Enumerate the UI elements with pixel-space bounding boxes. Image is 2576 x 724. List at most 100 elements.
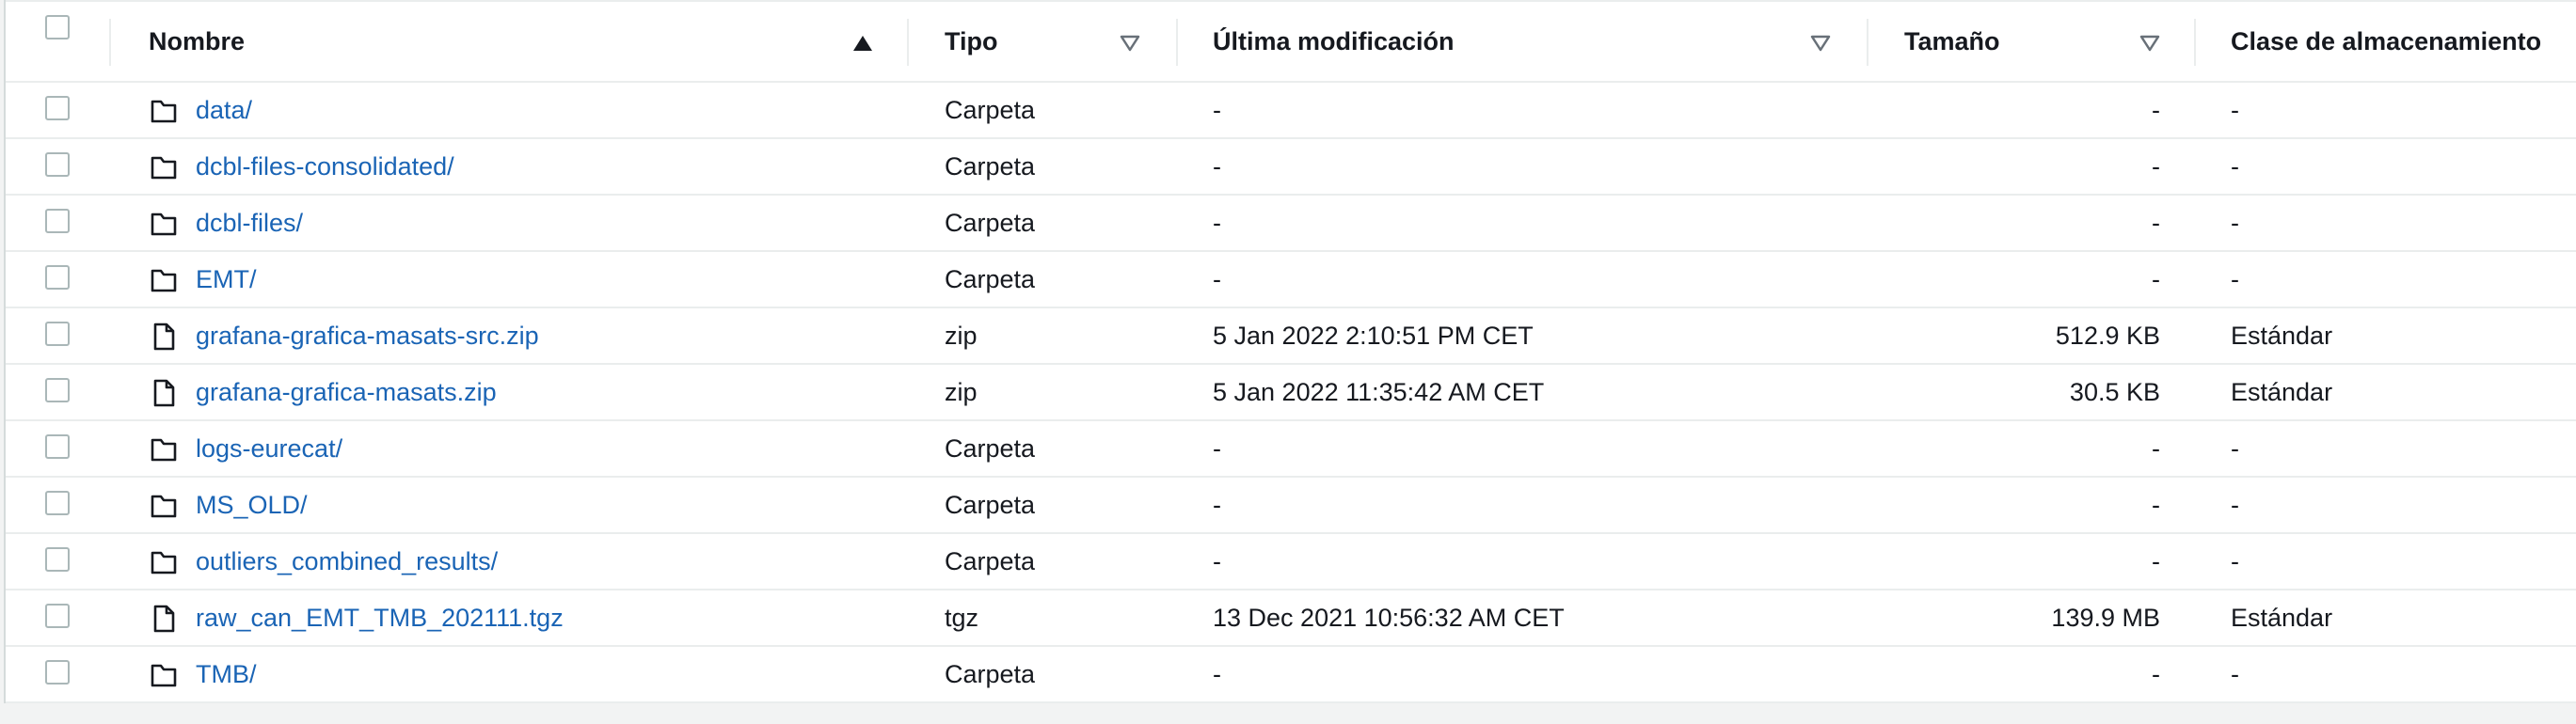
object-size: - <box>2152 659 2160 688</box>
file-icon <box>149 322 179 352</box>
row-select-checkbox[interactable] <box>45 152 70 177</box>
table-row[interactable]: dcbl-files/Carpeta - - - <box>6 196 2576 252</box>
object-last-modified: - <box>1213 151 1221 181</box>
object-type: Carpeta <box>945 95 1036 124</box>
object-type: zip <box>945 321 978 350</box>
object-last-modified: - <box>1213 264 1221 293</box>
row-select-checkbox[interactable] <box>45 491 70 515</box>
object-type: Carpeta <box>945 433 1036 463</box>
object-name-link[interactable]: raw_can_EMT_TMB_202111.tgz <box>196 590 564 645</box>
object-storage-class: - <box>2231 208 2239 237</box>
column-divider[interactable] <box>1176 19 1178 66</box>
object-type: Carpeta <box>945 659 1036 688</box>
table-row[interactable]: data/Carpeta - - - <box>6 83 2576 139</box>
object-storage-class: - <box>2231 151 2239 181</box>
object-size: 139.9 MB <box>2051 603 2160 632</box>
column-header-last-modified[interactable]: Última modificación <box>1213 2 1455 81</box>
table-row[interactable]: EMT/Carpeta - - - <box>6 252 2576 308</box>
column-header-size[interactable]: Tamaño <box>1904 2 2000 81</box>
object-storage-class: - <box>2231 433 2239 463</box>
column-divider[interactable] <box>907 19 909 66</box>
table-row[interactable]: MS_OLD/Carpeta - - - <box>6 478 2576 534</box>
object-storage-class: - <box>2231 95 2239 124</box>
object-type: Carpeta <box>945 546 1036 575</box>
object-size: 512.9 KB <box>2055 321 2160 350</box>
object-size: - <box>2152 208 2160 237</box>
sort-icon[interactable] <box>2138 31 2162 55</box>
row-select-checkbox[interactable] <box>45 660 70 685</box>
object-name-link[interactable]: data/ <box>196 83 252 137</box>
object-type: tgz <box>945 603 979 632</box>
folder-icon <box>149 660 179 690</box>
object-name-link[interactable]: EMT/ <box>196 252 257 307</box>
row-select-checkbox[interactable] <box>45 604 70 628</box>
object-last-modified: - <box>1213 208 1221 237</box>
object-last-modified: 5 Jan 2022 11:35:42 AM CET <box>1213 377 1545 406</box>
object-last-modified: 5 Jan 2022 2:10:51 PM CET <box>1213 321 1534 350</box>
column-header-name[interactable]: Nombre <box>149 2 245 81</box>
select-all-checkbox[interactable] <box>45 15 70 39</box>
folder-icon <box>149 209 179 239</box>
table-row[interactable]: logs-eurecat/Carpeta - - - <box>6 421 2576 478</box>
table-row[interactable]: grafana-grafica-masats.zip zip 5 Jan 2022 … <box>6 365 2576 421</box>
object-name-link[interactable]: grafana-grafica-masats.zip <box>196 365 497 419</box>
object-last-modified: 13 Dec 2021 10:56:32 AM CET <box>1213 603 1565 632</box>
row-select-checkbox[interactable] <box>45 434 70 459</box>
object-size: - <box>2152 546 2160 575</box>
object-name-link[interactable]: outliers_combined_results/ <box>196 534 498 589</box>
table-header: Nombre Tipo Última modificación Tamaño C… <box>6 0 2576 83</box>
column-header-type[interactable]: Tipo <box>945 2 998 81</box>
object-last-modified: - <box>1213 433 1221 463</box>
table-row[interactable]: raw_can_EMT_TMB_202111.tgz tgz 13 Dec 2021… <box>6 590 2576 647</box>
folder-icon <box>149 547 179 577</box>
object-storage-class: - <box>2231 659 2239 688</box>
table-row[interactable]: grafana-grafica-masats-src.zip zip 5 Jan 2… <box>6 308 2576 365</box>
sort-icon[interactable] <box>1808 31 1833 55</box>
row-select-checkbox[interactable] <box>45 209 70 233</box>
row-select-checkbox[interactable] <box>45 265 70 290</box>
row-select-checkbox[interactable] <box>45 378 70 402</box>
object-name-link[interactable]: dcbl-files-consolidated/ <box>196 139 454 194</box>
row-select-checkbox[interactable] <box>45 322 70 346</box>
table-row[interactable]: TMB/Carpeta - - - <box>6 647 2576 703</box>
object-storage-class: Estándar <box>2231 603 2333 632</box>
object-storage-class: - <box>2231 264 2239 293</box>
object-type: Carpeta <box>945 151 1036 181</box>
folder-icon <box>149 434 179 464</box>
object-last-modified: - <box>1213 95 1221 124</box>
object-type: Carpeta <box>945 490 1036 519</box>
object-name-link[interactable]: logs-eurecat/ <box>196 421 342 476</box>
object-name-link[interactable]: grafana-grafica-masats-src.zip <box>196 308 539 363</box>
object-type: Carpeta <box>945 208 1036 237</box>
row-select-checkbox[interactable] <box>45 547 70 572</box>
column-divider <box>109 19 111 66</box>
table-row[interactable]: outliers_combined_results/Carpeta - - - <box>6 534 2576 590</box>
column-divider[interactable] <box>1867 19 1868 66</box>
folder-icon <box>149 265 179 295</box>
folder-icon <box>149 152 179 182</box>
column-header-storage-class[interactable]: Clase de almacenamiento <box>2231 2 2541 81</box>
object-name-link[interactable]: TMB/ <box>196 647 257 701</box>
table-row[interactable]: dcbl-files-consolidated/Carpeta - - - <box>6 139 2576 196</box>
object-size: - <box>2152 264 2160 293</box>
object-size: - <box>2152 151 2160 181</box>
object-last-modified: - <box>1213 490 1221 519</box>
folder-icon <box>149 491 179 521</box>
object-size: - <box>2152 433 2160 463</box>
object-size: - <box>2152 490 2160 519</box>
column-divider[interactable] <box>2194 19 2196 66</box>
object-storage-class: Estándar <box>2231 321 2333 350</box>
sort-icon[interactable] <box>1118 31 1142 55</box>
row-select-checkbox[interactable] <box>45 96 70 120</box>
object-name-link[interactable]: MS_OLD/ <box>196 478 308 532</box>
sort-ascending-icon[interactable] <box>851 31 875 55</box>
folder-icon <box>149 96 179 126</box>
object-name-link[interactable]: dcbl-files/ <box>196 196 303 250</box>
objects-table: Nombre Tipo Última modificación Tamaño C… <box>4 0 2576 703</box>
object-storage-class: Estándar <box>2231 377 2333 406</box>
object-storage-class: - <box>2231 546 2239 575</box>
object-size: - <box>2152 95 2160 124</box>
object-last-modified: - <box>1213 546 1221 575</box>
object-last-modified: - <box>1213 659 1221 688</box>
file-icon <box>149 378 179 408</box>
